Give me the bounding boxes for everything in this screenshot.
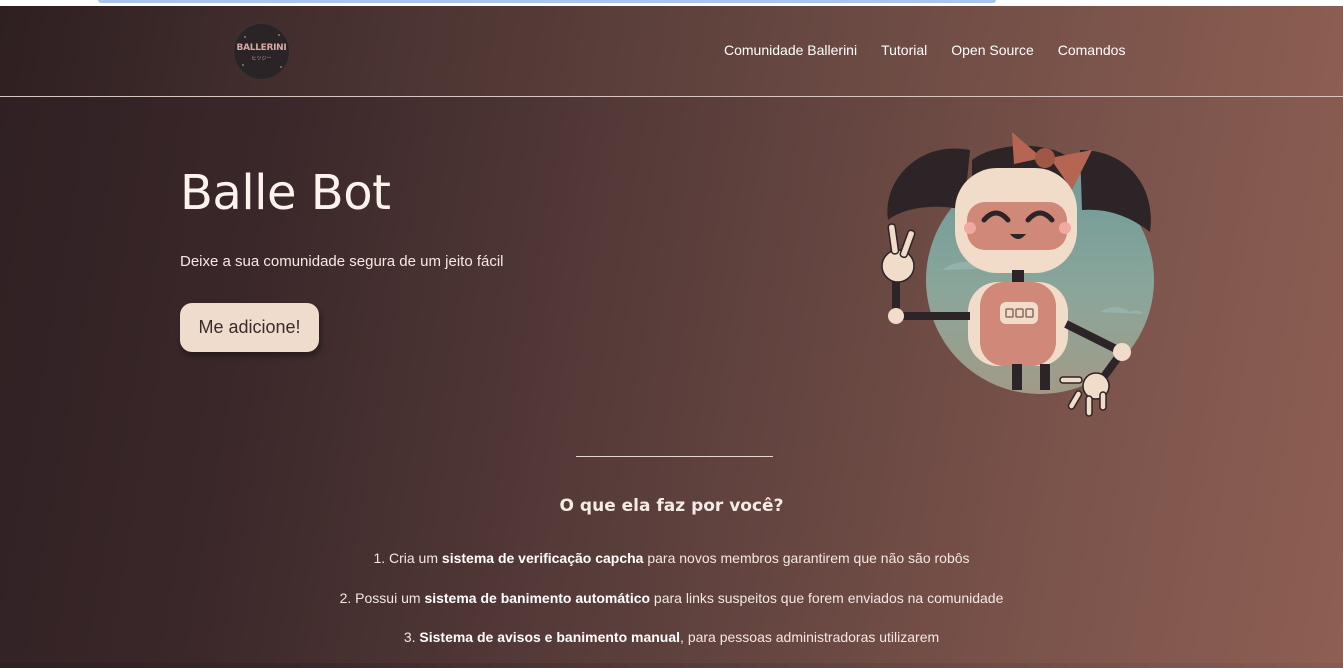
feature-item: 1. Cria um sistema de verificação capcha… [0,549,1343,589]
nav-link-comunidade-ballerini[interactable]: Comunidade Ballerini [724,42,857,58]
cheek-right [1059,222,1071,234]
robot-leg-right [1040,364,1050,390]
logo-subtext: ヒツジー [251,56,272,62]
robot-face-visor [967,202,1067,250]
hand-left [881,249,915,283]
bow-knot [1035,148,1055,168]
logo-text: BALLERINI [236,43,287,53]
finger [1085,395,1093,417]
feature-item: 3. Sistema de avisos e banimento manual,… [0,628,1343,668]
feature-suffix: , para pessoas administradoras utilizare… [680,629,940,645]
logo-star [278,34,280,36]
elbow-right [1113,343,1131,361]
section-divider [576,456,773,457]
feature-suffix: para novos membros garantirem que não sã… [643,550,970,566]
robot-leg-left [1012,364,1022,390]
feature-item: 2. Possui um sistema de banimento automá… [0,589,1343,629]
nav-link-open-source[interactable]: Open Source [951,42,1034,58]
feature-prefix: 1. Cria um [373,550,442,566]
feature-prefix: 2. Possui um [339,589,425,606]
finger [899,229,916,259]
feature-highlight: sistema de banimento automático [424,589,651,606]
nav-link-tutorial[interactable]: Tutorial [881,42,927,58]
finger [1059,376,1083,384]
feature-highlight: sistema de verificação capcha [441,550,644,566]
elbow-left [888,308,904,324]
browser-scroll-indicator [98,0,996,3]
features-list: 1. Cria um sistema de verificação capcha… [0,549,1343,668]
finger [1099,391,1107,411]
cheek-left [964,222,976,234]
features-title: O que ela faz por você? [559,496,784,516]
finger [887,223,900,255]
ballerini-logo[interactable]: BALLERINI ヒツジー [234,24,289,79]
site-header: BALLERINI ヒツジー Comunidade Ballerini Tuto… [0,6,1343,97]
main-nav: Comunidade Ballerini Tutorial Open Sourc… [724,42,1125,58]
logo-star [244,36,246,38]
add-bot-button[interactable]: Me adicione! [180,303,319,352]
hero-title: Balle Bot [180,165,391,221]
logo-star [280,66,282,68]
finger [1067,390,1083,410]
robot-girl-mascot-icon [881,132,1154,417]
feature-prefix: 3. [403,629,420,645]
logo-star [242,64,244,66]
feature-suffix: para links suspeitos que forem enviados … [650,589,1004,606]
nav-link-comandos[interactable]: Comandos [1058,42,1126,58]
feature-highlight: Sistema de avisos e banimento manual [419,629,681,645]
hero-subtitle: Deixe a sua comunidade segura de um jeit… [180,253,504,270]
